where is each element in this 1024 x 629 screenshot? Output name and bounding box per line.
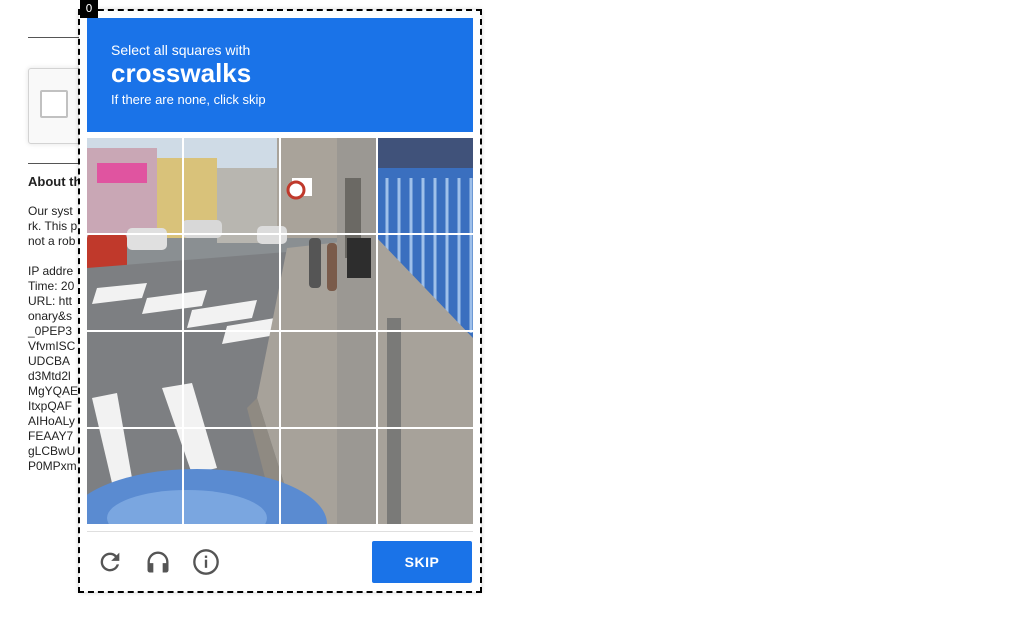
background-text-line: d3Mtd2l bbox=[28, 369, 71, 383]
grid-tile-r4-c3[interactable] bbox=[281, 429, 376, 524]
popup-index-badge: 0 bbox=[80, 0, 98, 18]
challenge-target: crosswalks bbox=[111, 58, 252, 88]
grid-tile-r3-c4[interactable] bbox=[378, 332, 473, 427]
background-text-line: not a rob bbox=[28, 234, 76, 248]
challenge-header: Select all squares with crosswalks If th… bbox=[87, 18, 473, 132]
background-text-line: URL: htt bbox=[28, 294, 73, 308]
grid-tile-r4-c4[interactable] bbox=[378, 429, 473, 524]
grid-tile-r2-c4[interactable] bbox=[378, 235, 473, 330]
grid-tile-r1-c4[interactable] bbox=[378, 138, 473, 233]
background-text-line: ItxpQAF bbox=[28, 399, 73, 413]
background-text-line: FEAAY7 bbox=[28, 429, 74, 443]
background-text-line: VfvmISC bbox=[28, 339, 76, 353]
grid-tile-r2-c2[interactable] bbox=[184, 235, 279, 330]
grid-tile-r1-c3[interactable] bbox=[281, 138, 376, 233]
background-text-line: _0PEP3 bbox=[28, 324, 73, 338]
reload-button[interactable] bbox=[94, 546, 126, 578]
not-a-robot-checkbox[interactable] bbox=[40, 90, 68, 118]
background-text-line: Our syst bbox=[28, 204, 73, 218]
grid-tile-r3-c3[interactable] bbox=[281, 332, 376, 427]
audio-challenge-button[interactable] bbox=[142, 546, 174, 578]
background-text-line: MgYQAE bbox=[28, 384, 79, 398]
grid-tile-r2-c3[interactable] bbox=[281, 235, 376, 330]
about-heading: About th bbox=[28, 174, 82, 189]
background-text-line: onary&s bbox=[28, 309, 73, 323]
grid-tile-r4-c2[interactable] bbox=[184, 429, 279, 524]
grid-tile-r2-c1[interactable] bbox=[87, 235, 182, 330]
background-text-line: rk. This p bbox=[28, 219, 78, 233]
background-text-line: P0MPxm bbox=[28, 459, 77, 473]
skip-button[interactable]: SKIP bbox=[372, 541, 472, 583]
info-icon bbox=[193, 549, 219, 575]
info-button[interactable] bbox=[190, 546, 222, 578]
grid-tile-r3-c1[interactable] bbox=[87, 332, 182, 427]
background-text-line: gLCBwU bbox=[28, 444, 76, 458]
background-text-line: IP addre bbox=[28, 264, 74, 278]
background-text-line: UDCBA bbox=[28, 354, 71, 368]
challenge-instruction: Select all squares with bbox=[111, 42, 251, 58]
grid-tile-r1-c2[interactable] bbox=[184, 138, 279, 233]
grid-tile-r1-c1[interactable] bbox=[87, 138, 182, 233]
reload-icon bbox=[100, 552, 120, 572]
headphones-icon bbox=[147, 551, 169, 573]
challenge-hint: If there are none, click skip bbox=[111, 92, 266, 107]
grid-tile-r3-c2[interactable] bbox=[184, 332, 279, 427]
footer-divider bbox=[87, 531, 473, 532]
grid-tile-r4-c1[interactable] bbox=[87, 429, 182, 524]
background-text-line: AIHoALy bbox=[28, 414, 75, 428]
challenge-image-grid bbox=[87, 138, 473, 524]
background-text-line: Time: 20 bbox=[28, 279, 75, 293]
